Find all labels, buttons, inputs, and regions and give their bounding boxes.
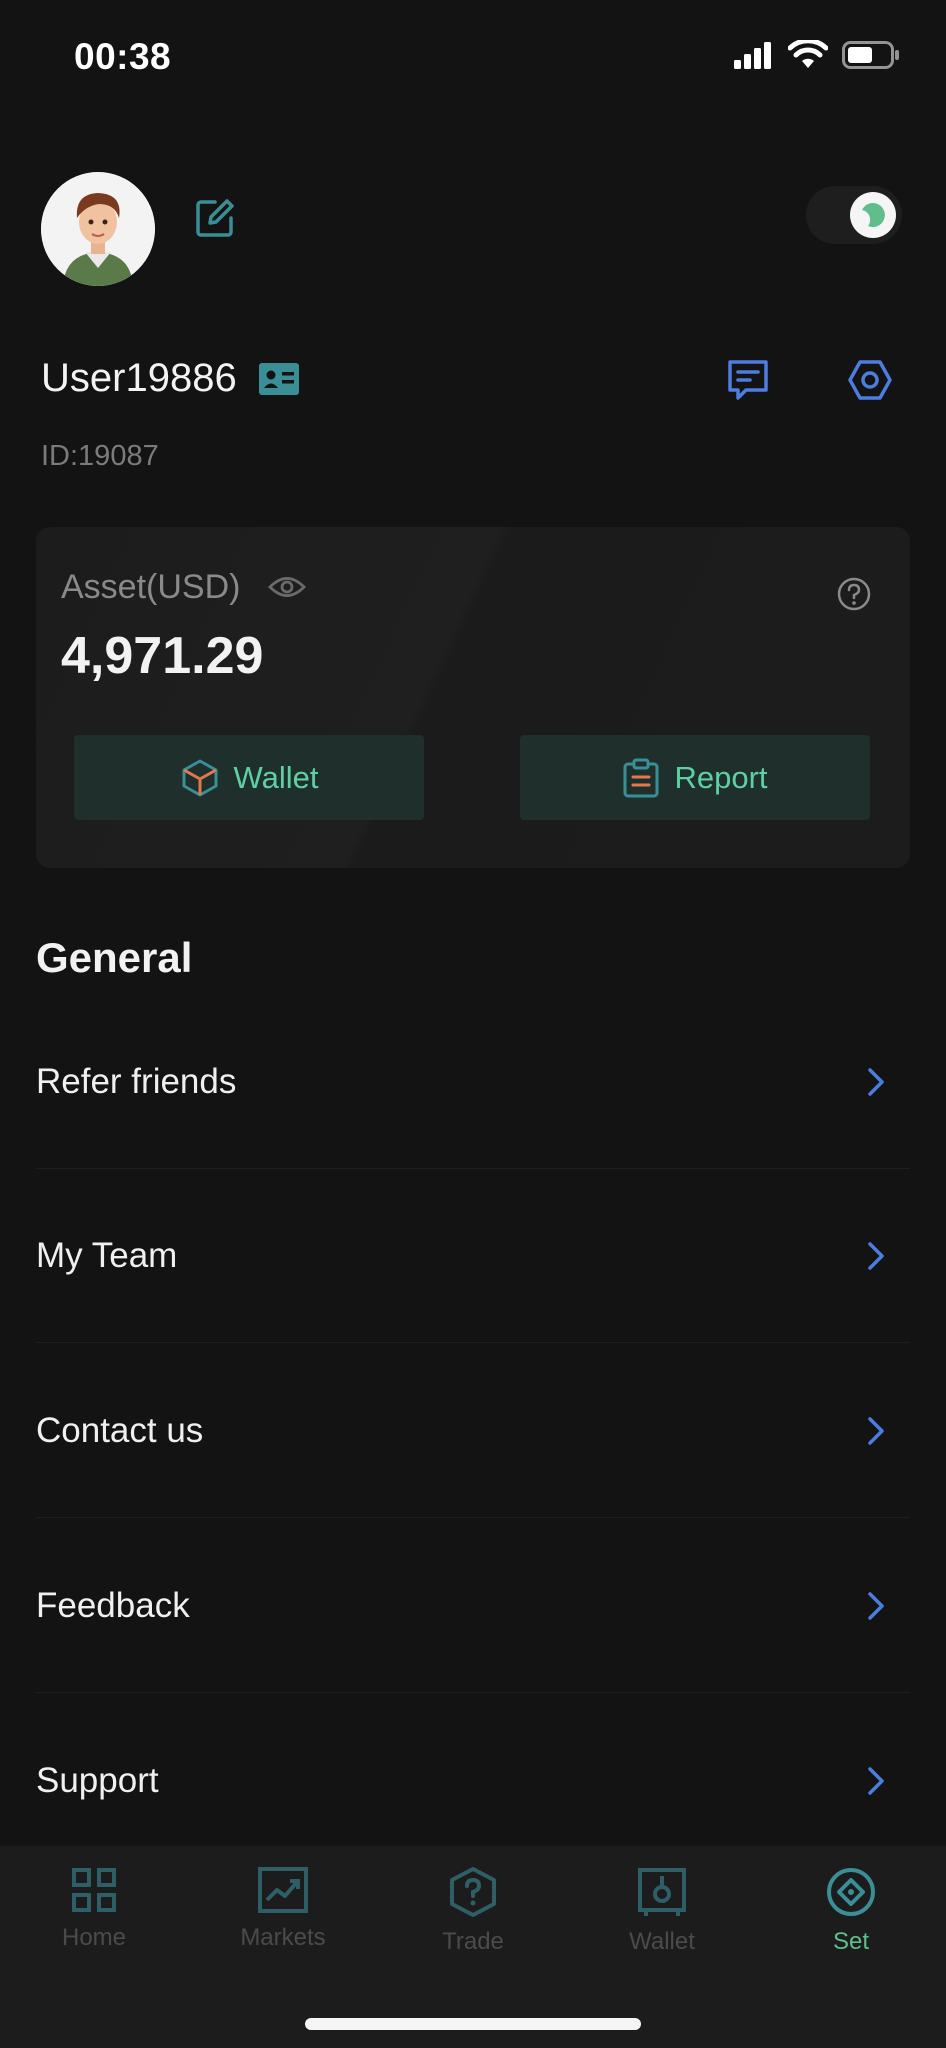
menu-item-feedback[interactable]: Feedback xyxy=(36,1519,910,1693)
chevron-right-icon xyxy=(868,1416,884,1445)
avatar-illustration-icon xyxy=(41,172,155,286)
edit-profile-icon[interactable] xyxy=(193,196,237,240)
chevron-right-icon xyxy=(868,1067,884,1096)
theme-toggle[interactable] xyxy=(806,186,902,244)
moon-icon xyxy=(850,192,896,238)
status-time: 00:38 xyxy=(74,36,172,77)
menu-item-support[interactable]: Support xyxy=(36,1694,910,1868)
settings-icon[interactable] xyxy=(846,356,894,404)
tab-markets[interactable]: Markets xyxy=(213,1866,353,1952)
chart-icon xyxy=(258,1867,308,1913)
tab-set[interactable]: Set xyxy=(781,1866,921,1956)
general-section-title: General xyxy=(36,934,193,981)
eye-icon[interactable] xyxy=(268,572,306,602)
menu-item-label: Support xyxy=(36,1761,159,1800)
wifi-icon xyxy=(788,40,828,68)
user-id: ID:19087 xyxy=(41,440,159,472)
status-icons xyxy=(734,40,900,70)
diamond-circle-icon xyxy=(827,1868,875,1916)
id-card-icon[interactable] xyxy=(258,362,300,396)
menu-item-refer-friends[interactable]: Refer friends xyxy=(36,995,910,1169)
menu-item-label: My Team xyxy=(36,1235,178,1275)
report-button-label: Report xyxy=(674,759,768,795)
tab-wallet[interactable]: Wallet xyxy=(592,1866,732,1956)
tab-label: Trade xyxy=(442,1928,504,1955)
username: User19886 xyxy=(41,356,237,400)
home-indicator xyxy=(305,2018,641,2030)
battery-icon xyxy=(842,41,899,69)
message-icon[interactable] xyxy=(724,356,772,404)
chevron-right-icon xyxy=(868,1767,884,1795)
tab-label: Markets xyxy=(240,1924,326,1951)
safe-icon xyxy=(638,1868,686,1916)
help-icon[interactable] xyxy=(836,576,872,612)
clipboard-icon xyxy=(623,758,659,797)
signal-icon xyxy=(734,42,771,69)
tab-label: Wallet xyxy=(629,1928,695,1955)
wallet-button[interactable]: Wallet xyxy=(74,735,424,820)
tab-label: Home xyxy=(61,1924,127,1951)
chevron-right-icon xyxy=(868,1591,884,1620)
avatar[interactable] xyxy=(41,172,155,286)
wallet-button-label: Wallet xyxy=(233,759,319,795)
asset-label: Asset(USD) xyxy=(61,568,241,606)
menu-item-label: Feedback xyxy=(36,1585,190,1625)
tab-home[interactable]: Home xyxy=(24,1866,164,1952)
grid-icon xyxy=(72,1868,116,1912)
tab-label: Set xyxy=(832,1928,870,1955)
tab-trade[interactable]: Trade xyxy=(403,1866,543,1956)
cube-icon xyxy=(182,759,217,796)
report-button[interactable]: Report xyxy=(520,735,870,820)
menu-item-my-team[interactable]: My Team xyxy=(36,1169,910,1343)
question-hex-icon xyxy=(450,1867,496,1917)
asset-value: 4,971.29 xyxy=(61,627,264,685)
menu-item-label: Refer friends xyxy=(36,1061,237,1101)
menu-item-label: Contact us xyxy=(36,1410,204,1450)
menu-item-contact-us[interactable]: Contact us xyxy=(36,1344,910,1518)
chevron-right-icon xyxy=(868,1241,884,1270)
